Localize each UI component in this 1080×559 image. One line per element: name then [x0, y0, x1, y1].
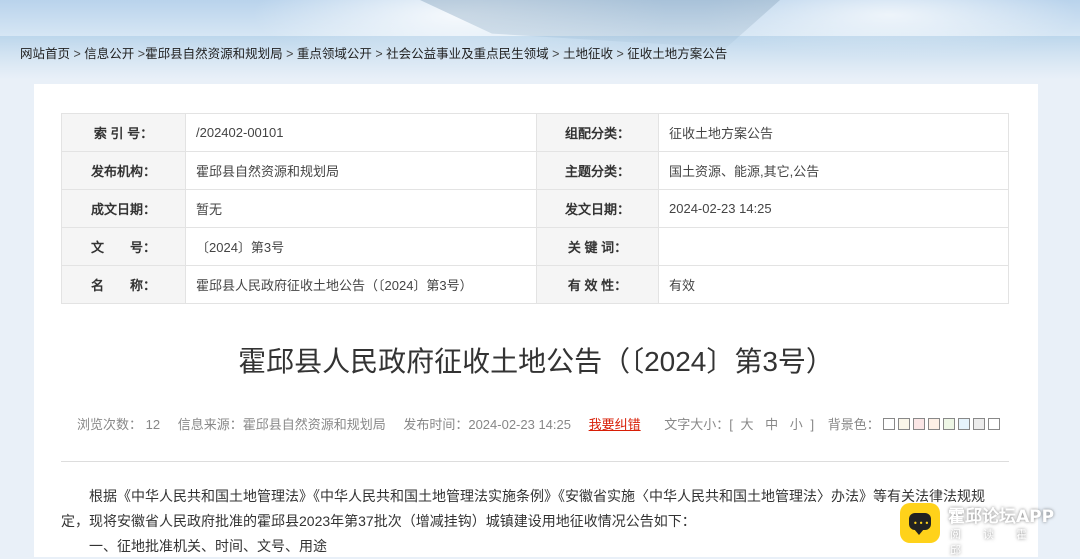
breadcrumb-info-open[interactable]: 信息公开: [84, 47, 134, 61]
bg-color-swatch[interactable]: [988, 418, 1001, 430]
watermark-title: 霍邱论坛APP: [948, 507, 1055, 527]
font-size-label: 文字大小：[: [664, 417, 733, 432]
validity-label: 有 效 性：: [536, 265, 659, 304]
created-date-value: 暂无: [185, 189, 537, 228]
doc-number-label: 文 号：: [61, 227, 186, 266]
bg-color-swatch[interactable]: [958, 418, 971, 430]
validity-value: 有效: [658, 265, 1009, 304]
breadcrumb-public-welfare[interactable]: 社会公益事业及重点民生领域: [386, 47, 549, 61]
index-label: 索 引 号：: [61, 113, 186, 152]
forum-app-watermark: ••• 霍邱论坛APP 阅读霍邱: [900, 500, 1080, 557]
keywords-label: 关 键 词：: [536, 227, 659, 266]
breadcrumb-land-acquisition[interactable]: 土地征收: [563, 47, 613, 61]
publisher-value: 霍邱县自然资源和规划局: [185, 151, 537, 190]
keywords-value: [658, 227, 1009, 266]
breadcrumb-key-areas[interactable]: 重点领域公开: [297, 47, 372, 61]
bg-color-swatch[interactable]: [883, 418, 896, 430]
published-date-value: 2024-02-23 14:25: [658, 189, 1009, 228]
publisher-label: 发布机构：: [61, 151, 186, 190]
chat-bubble-icon: •••: [900, 503, 940, 543]
divider: [61, 461, 1009, 462]
metadata-table: 索 引 号： /202402-00101 组配分类： 征收土地方案公告 发布机构…: [61, 113, 1009, 304]
article-info-bar: 浏览次数： 12 信息来源：霍邱县自然资源和规划局 发布时间：2024-02-2…: [77, 414, 1003, 433]
topic-value: 国土资源、能源,其它,公告: [658, 151, 1009, 190]
watermark-subtitle: 阅读霍邱: [950, 528, 1049, 557]
bg-color-swatches: [883, 417, 1003, 432]
doc-number-value: 〔2024〕第3号: [185, 227, 537, 266]
font-size-small-button[interactable]: 小: [790, 417, 803, 432]
bg-color-swatch[interactable]: [928, 418, 941, 430]
view-count: 浏览次数： 12: [77, 417, 161, 432]
info-source: 信息来源：霍邱县自然资源和规划局: [177, 417, 386, 432]
breadcrumb-current[interactable]: 征收土地方案公告: [627, 47, 727, 61]
font-size-control: 文字大小：[ 大 中 小 ]: [664, 417, 817, 432]
breadcrumb-home[interactable]: 网站首页: [20, 47, 70, 61]
header-banner: [0, 0, 1080, 80]
page-title: 霍邱县人民政府征收土地公告（〔2024〕第3号）: [238, 346, 834, 377]
published-date-label: 发文日期：: [536, 189, 659, 228]
body-section-heading: 一、征地批准机关、时间、文号、用途: [89, 538, 327, 554]
article-body: 根据《中华人民共和国土地管理法》《中华人民共和国土地管理法实施条例》《安徽省实施…: [61, 484, 1011, 559]
name-value: 霍邱县人民政府征收土地公告（〔2024〕第3号）: [185, 265, 537, 304]
name-label: 名 称：: [61, 265, 186, 304]
bg-color-label: 背景色：: [827, 417, 880, 432]
topic-label: 主题分类：: [536, 151, 659, 190]
bg-color-swatch[interactable]: [898, 418, 911, 430]
breadcrumb: 网站首页 > 信息公开 >霍邱县自然资源和规划局 > 重点领域公开 > 社会公益…: [20, 47, 728, 61]
content-card: 索 引 号： /202402-00101 组配分类： 征收土地方案公告 发布机构…: [34, 84, 1038, 557]
font-size-large-button[interactable]: 大: [741, 417, 754, 432]
category-label: 组配分类：: [536, 113, 659, 152]
bg-color-swatch[interactable]: [943, 418, 956, 430]
category-value: 征收土地方案公告: [658, 113, 1009, 152]
bg-color-swatch[interactable]: [913, 418, 926, 430]
breadcrumb-bureau[interactable]: 霍邱县自然资源和规划局: [145, 47, 283, 61]
created-date-label: 成文日期：: [61, 189, 186, 228]
report-error-link[interactable]: 我要纠错: [589, 417, 641, 432]
index-value: /202402-00101: [185, 113, 537, 152]
bg-color-swatch[interactable]: [973, 418, 986, 430]
font-size-medium-button[interactable]: 中: [765, 417, 778, 432]
font-size-close: ]: [810, 417, 815, 432]
publish-time: 发布时间：2024-02-23 14:25: [403, 417, 571, 432]
body-paragraph: 根据《中华人民共和国土地管理法》《中华人民共和国土地管理法实施条例》《安徽省实施…: [61, 488, 985, 529]
